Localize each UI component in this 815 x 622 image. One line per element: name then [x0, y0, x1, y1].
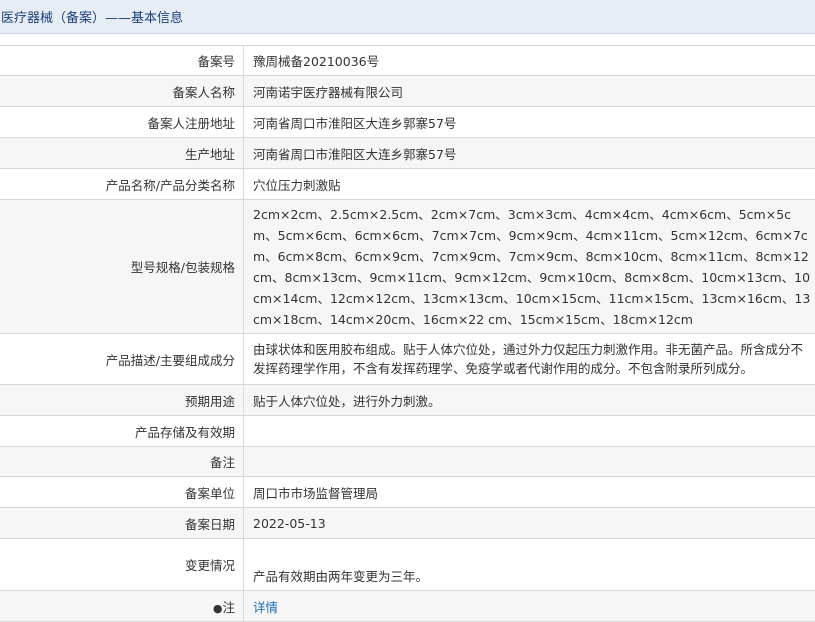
field-label: 生产地址 — [0, 137, 244, 169]
field-label: 变更情况 — [0, 538, 244, 591]
table-row: 变更情况 产品有效期由两年变更为三年。 — [0, 538, 815, 591]
field-value: 2022-05-13 — [243, 507, 815, 539]
field-label: 备案日期 — [0, 507, 244, 539]
table-row: 型号规格/包装规格 2cm×2cm、2.5cm×2.5cm、2cm×7cm、3c… — [0, 199, 815, 334]
field-value: 穴位压力刺激贴 — [243, 168, 815, 200]
field-value: 河南省周口市淮阳区大连乡郭寨57号 — [243, 106, 815, 138]
field-value: 详情 — [243, 590, 815, 622]
field-label: 备案号 — [0, 45, 244, 76]
field-label: 备注 — [0, 446, 244, 477]
table-row: 产品名称/产品分类名称 穴位压力刺激贴 — [0, 168, 815, 200]
table-row: 备案日期 2022-05-13 — [0, 507, 815, 539]
note-label: 注 — [222, 599, 235, 615]
field-value — [243, 446, 815, 477]
table-row: 备案号 豫周械备20210036号 — [0, 45, 815, 76]
field-value: 产品有效期由两年变更为三年。 — [243, 538, 815, 591]
table-row: 产品存储及有效期 — [0, 415, 815, 447]
field-label: 备案人注册地址 — [0, 106, 244, 138]
table-row: 备注 — [0, 446, 815, 477]
field-label: 备案单位 — [0, 476, 244, 508]
field-label: 备案人名称 — [0, 75, 244, 107]
table-row: 预期用途 贴于人体穴位处，进行外力刺激。 — [0, 384, 815, 416]
field-value: 贴于人体穴位处，进行外力刺激。 — [243, 384, 815, 416]
spec-list: 2cm×2cm、2.5cm×2.5cm、2cm×7cm、3cm×3cm、4cm×… — [253, 206, 811, 327]
table-row: 备案单位 周口市市场监督管理局 — [0, 476, 815, 508]
field-value: 周口市市场监督管理局 — [243, 476, 815, 508]
table-row: ●注 详情 — [0, 590, 815, 622]
field-value: 河南省周口市淮阳区大连乡郭寨57号 — [243, 137, 815, 169]
details-link[interactable]: 详情 — [253, 600, 278, 615]
field-label: 产品存储及有效期 — [0, 415, 244, 447]
table-row: 生产地址 河南省周口市淮阳区大连乡郭寨57号 — [0, 137, 815, 169]
field-value: 豫周械备20210036号 — [243, 45, 815, 76]
field-value: 2cm×2cm、2.5cm×2.5cm、2cm×7cm、3cm×3cm、4cm×… — [243, 199, 815, 334]
field-label: 产品描述/主要组成成分 — [0, 333, 244, 385]
field-value — [243, 415, 815, 447]
page-title: 医疗器械（备案）——基本信息 — [1, 11, 184, 26]
page-header: 医疗器械（备案）——基本信息 — [0, 0, 815, 34]
field-label: 型号规格/包装规格 — [0, 199, 244, 334]
field-value: 河南诺宇医疗器械有限公司 — [243, 75, 815, 107]
table-row: 产品描述/主要组成成分 由球状体和医用胶布组成。贴于人体穴位处，通过外力仅起压力… — [0, 333, 815, 385]
description-text: 由球状体和医用胶布组成。贴于人体穴位处，通过外力仅起压力刺激作用。非无菌产品。所… — [253, 341, 804, 377]
table-row: 备案人注册地址 河南省周口市淮阳区大连乡郭寨57号 — [0, 106, 815, 138]
field-label: 预期用途 — [0, 384, 244, 416]
field-label: ●注 — [0, 590, 244, 622]
record-table: 备案号 豫周械备20210036号 备案人名称 河南诺宇医疗器械有限公司 备案人… — [0, 45, 815, 622]
field-value: 由球状体和医用胶布组成。贴于人体穴位处，通过外力仅起压力刺激作用。非无菌产品。所… — [243, 333, 815, 385]
table-row: 备案人名称 河南诺宇医疗器械有限公司 — [0, 75, 815, 107]
field-label: 产品名称/产品分类名称 — [0, 168, 244, 200]
